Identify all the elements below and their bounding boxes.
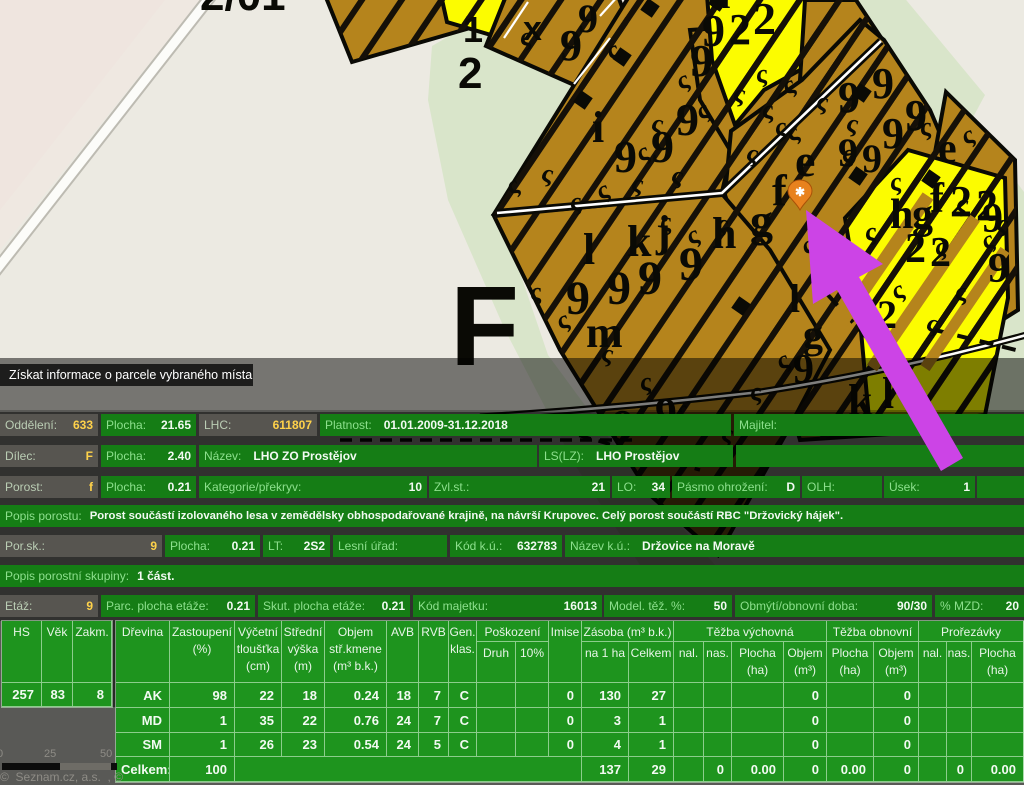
svg-text:x: x: [523, 10, 542, 48]
svg-text:l: l: [789, 276, 800, 321]
svg-text:f: f: [772, 166, 788, 215]
svg-text:2: 2: [905, 226, 926, 272]
svg-text:g: g: [750, 195, 773, 246]
svg-text:9: 9: [838, 73, 860, 122]
svg-text:i: i: [592, 103, 604, 152]
svg-text:ς: ς: [955, 277, 967, 306]
svg-text:✱: ✱: [795, 185, 805, 199]
svg-text:9: 9: [566, 272, 590, 325]
svg-text:2/01: 2/01: [200, 0, 286, 20]
svg-text:9: 9: [578, 0, 598, 41]
svg-text:h: h: [712, 209, 736, 258]
svg-text:9: 9: [676, 94, 699, 145]
svg-text:9: 9: [988, 246, 1009, 292]
svg-text:9: 9: [838, 130, 858, 175]
svg-text:j: j: [655, 207, 671, 256]
svg-text:2: 2: [729, 5, 751, 54]
svg-text:ς: ς: [530, 277, 542, 306]
svg-text:l: l: [583, 225, 595, 274]
svg-text:d: d: [708, 0, 730, 17]
svg-text:ς: ς: [762, 95, 774, 124]
svg-text:9: 9: [607, 262, 631, 315]
svg-text:2: 2: [877, 292, 897, 337]
svg-text:9: 9: [852, 282, 872, 327]
svg-text:9: 9: [614, 131, 637, 182]
svg-text:2: 2: [753, 0, 776, 44]
svg-text:9: 9: [905, 91, 927, 140]
svg-text:9: 9: [651, 121, 674, 172]
svg-text:9: 9: [882, 109, 904, 158]
svg-text:e: e: [938, 126, 957, 172]
svg-text:9: 9: [872, 59, 894, 108]
svg-text:9: 9: [638, 252, 662, 305]
svg-text:e: e: [795, 135, 815, 186]
svg-text:ς: ς: [865, 217, 877, 246]
svg-text:m: m: [586, 308, 623, 357]
svg-text:9: 9: [982, 196, 1003, 242]
svg-text:9: 9: [862, 136, 882, 181]
svg-text:1: 1: [463, 9, 483, 50]
svg-text:ς: ς: [570, 187, 582, 216]
svg-text:2: 2: [930, 230, 951, 276]
svg-text:2: 2: [950, 177, 972, 226]
svg-text:ς: ς: [756, 59, 768, 88]
svg-text:9: 9: [679, 238, 703, 291]
svg-text:2: 2: [458, 49, 482, 98]
